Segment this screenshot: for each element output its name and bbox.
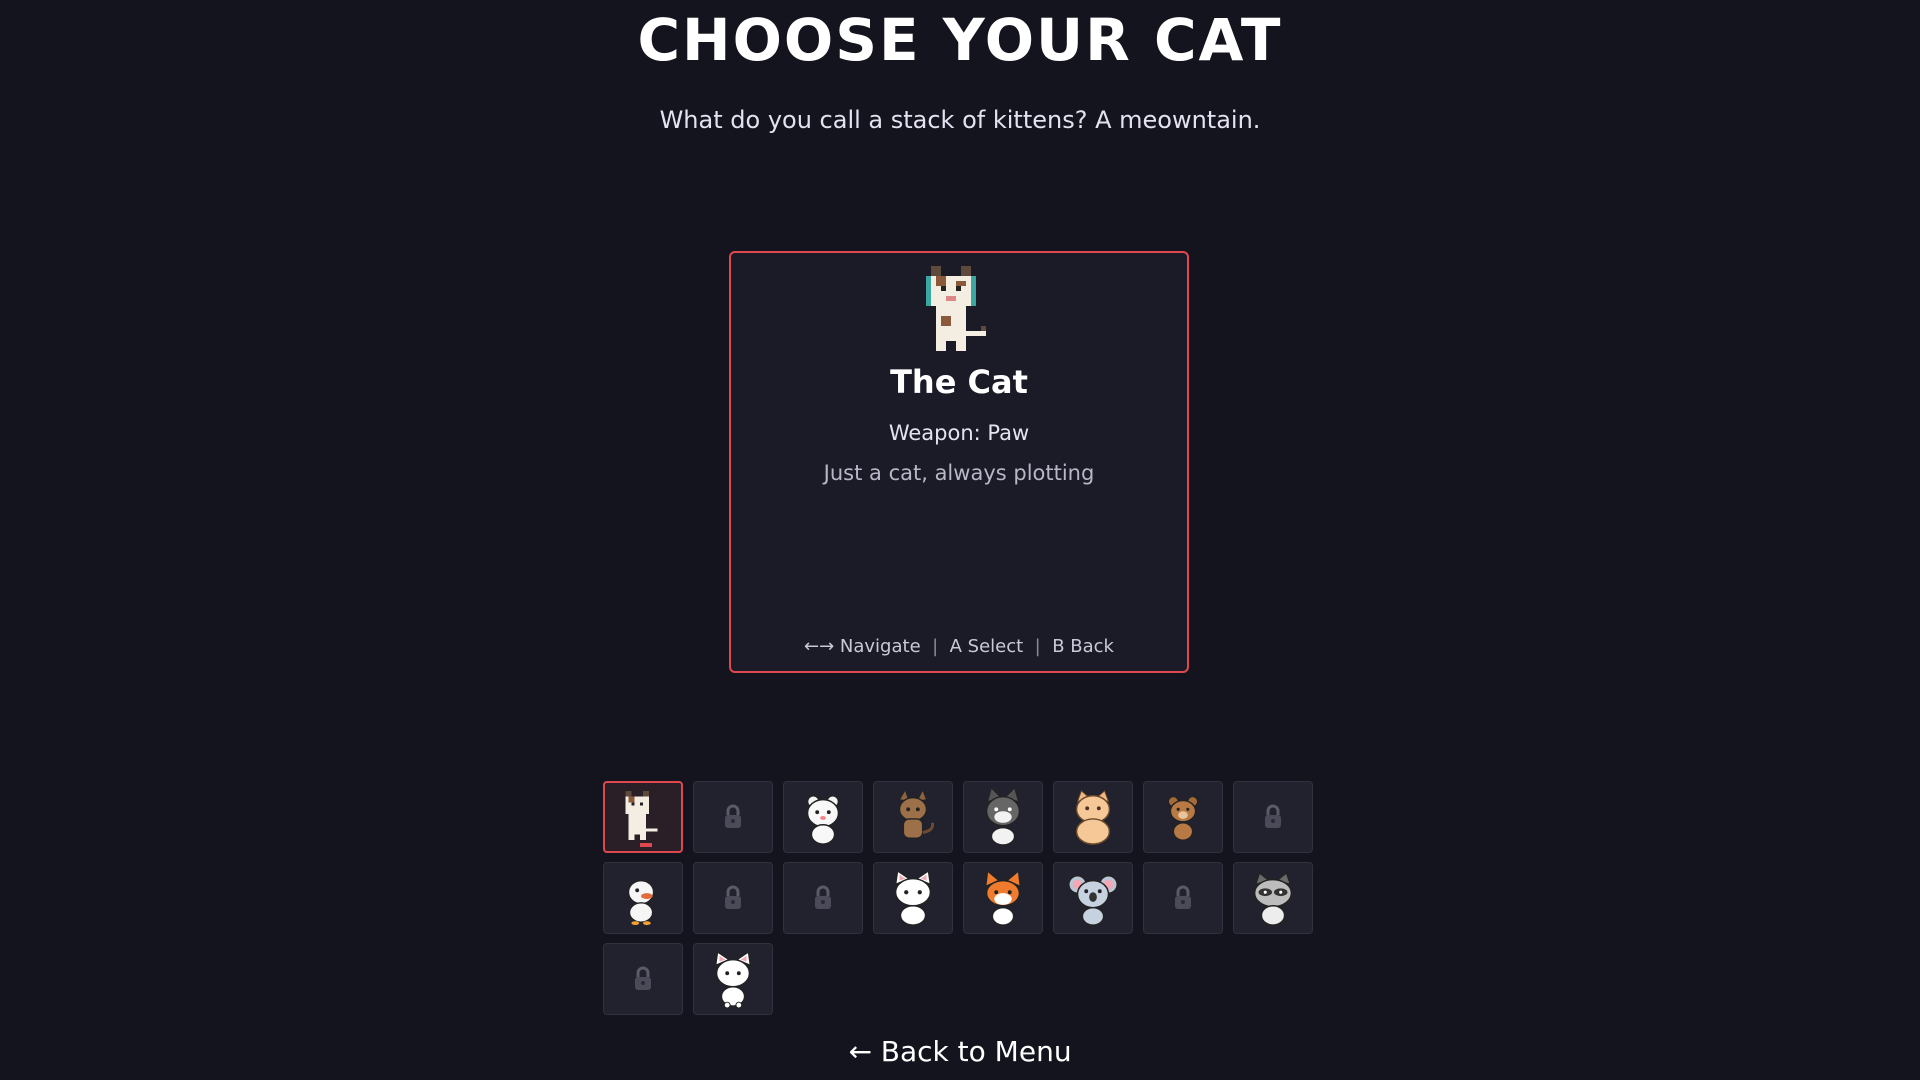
lock-icon xyxy=(722,804,744,830)
roster-slot-locked[interactable] xyxy=(693,781,773,853)
fox-icon xyxy=(974,868,1032,928)
roster-slot[interactable] xyxy=(963,862,1043,934)
lock-icon xyxy=(632,966,654,992)
character-select-screen: CHOOSE YOUR CAT What do you call a stack… xyxy=(0,0,1920,1080)
lock-icon xyxy=(1172,885,1194,911)
page-title: CHOOSE YOUR CAT xyxy=(637,6,1283,74)
roster-slot[interactable] xyxy=(603,781,683,853)
roster-slot[interactable] xyxy=(1233,862,1313,934)
brown-tabby-cat-icon xyxy=(884,787,942,847)
hint-separator: | xyxy=(932,636,939,657)
controls-hint: ←→ Navigate | A Select | B Back xyxy=(731,636,1187,657)
white-kitten-icon xyxy=(704,949,762,1009)
roster-slot-locked[interactable] xyxy=(693,862,773,934)
brown-bear-icon xyxy=(1154,787,1212,847)
character-detail-card: The Cat Weapon: Paw Just a cat, always p… xyxy=(729,251,1189,673)
hint-select: A Select xyxy=(949,636,1024,657)
pixel-calico-cat-icon xyxy=(614,787,672,847)
roster-slot-locked[interactable] xyxy=(1143,862,1223,934)
roster-slot[interactable] xyxy=(873,781,953,853)
roster-slot[interactable] xyxy=(1143,781,1223,853)
koala-icon xyxy=(1064,868,1122,928)
white-duck-icon xyxy=(614,868,672,928)
roster-slot[interactable] xyxy=(783,781,863,853)
white-cat-icon xyxy=(884,868,942,928)
raccoon-icon xyxy=(1244,868,1302,928)
orange-chubby-cat-icon xyxy=(1064,787,1122,847)
joke-subtitle: What do you call a stack of kittens? A m… xyxy=(659,106,1261,134)
roster-slot[interactable] xyxy=(1053,781,1133,853)
hint-separator: | xyxy=(1034,636,1041,657)
back-to-menu-button[interactable]: ← Back to Menu xyxy=(0,1035,1920,1068)
roster-slot[interactable] xyxy=(603,862,683,934)
roster-slot[interactable] xyxy=(1053,862,1133,934)
roster-slot[interactable] xyxy=(963,781,1043,853)
roster-slot[interactable] xyxy=(873,862,953,934)
pixel-calico-cat-icon xyxy=(926,266,986,351)
character-description: Just a cat, always plotting xyxy=(823,461,1095,485)
lock-icon xyxy=(722,885,744,911)
gray-cat-icon xyxy=(974,787,1032,847)
hint-navigate: ←→ Navigate xyxy=(804,636,921,657)
white-bear-icon xyxy=(794,787,852,847)
character-weapon: Weapon: Paw xyxy=(888,421,1030,445)
roster-slot-locked[interactable] xyxy=(603,943,683,1015)
hint-back: B Back xyxy=(1052,636,1114,657)
lock-icon xyxy=(1262,804,1284,830)
character-roster-grid xyxy=(603,781,1323,1015)
roster-slot[interactable] xyxy=(693,943,773,1015)
character-name: The Cat xyxy=(890,363,1028,401)
roster-slot-locked[interactable] xyxy=(1233,781,1313,853)
lock-icon xyxy=(812,885,834,911)
roster-slot-locked[interactable] xyxy=(783,862,863,934)
